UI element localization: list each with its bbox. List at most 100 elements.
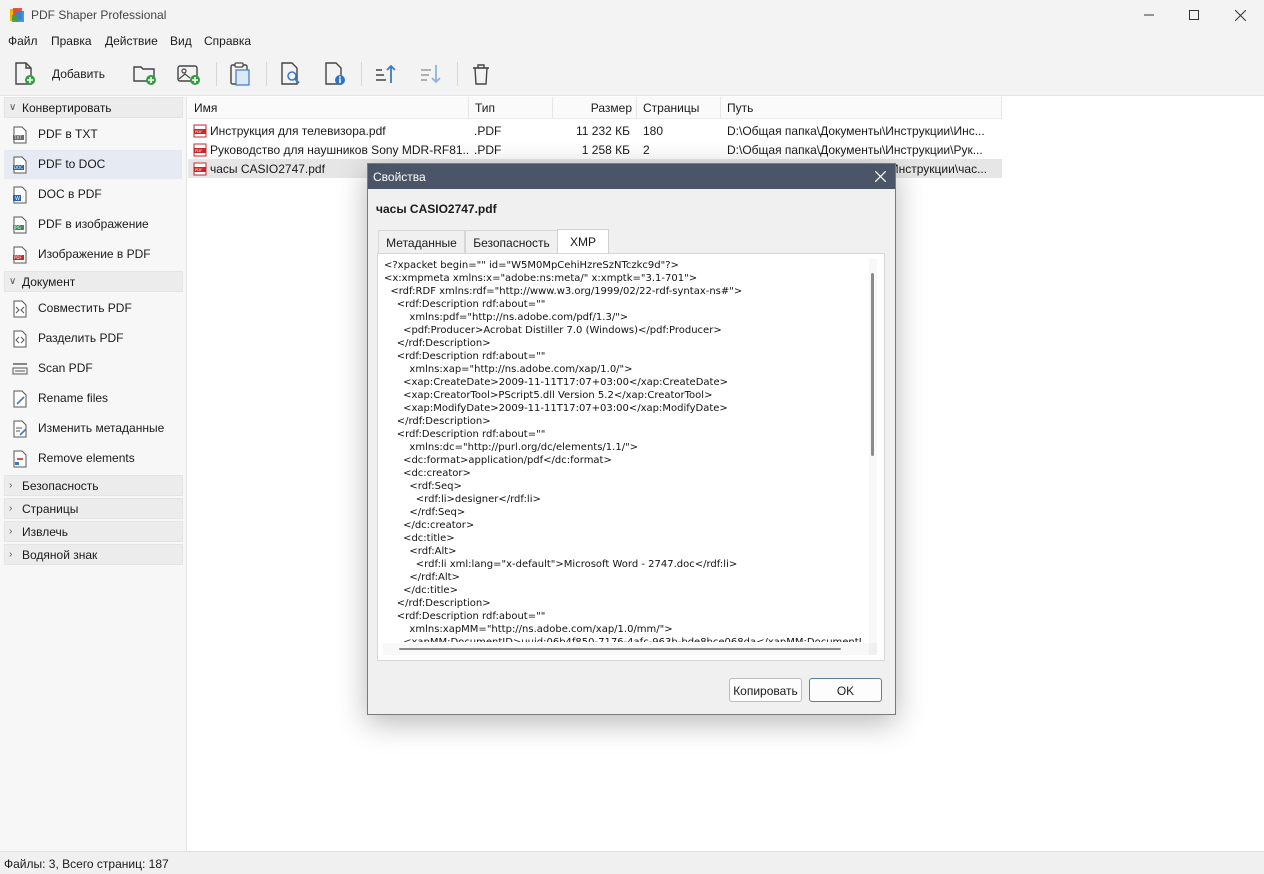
pdf-file-icon: PDF bbox=[193, 162, 207, 176]
column-header-type[interactable]: Тип bbox=[469, 97, 553, 119]
delete-button[interactable] bbox=[468, 60, 494, 88]
sidebar-item-rename-files[interactable]: Rename files bbox=[4, 384, 182, 413]
xmp-line: <x:xmpmeta xmlns:x="adobe:ns:meta/" x:xm… bbox=[384, 273, 698, 284]
group-convert[interactable]: ∨ Конвертировать bbox=[4, 97, 183, 118]
menu-edit[interactable]: Правка bbox=[51, 34, 92, 48]
split-icon bbox=[13, 330, 27, 348]
paste-button[interactable] bbox=[227, 60, 253, 88]
svg-text:PDF: PDF bbox=[195, 167, 202, 172]
menu-view[interactable]: Вид bbox=[170, 34, 192, 48]
add-button[interactable]: Добавить bbox=[12, 60, 105, 88]
chevron-right-icon: › bbox=[9, 526, 13, 537]
scrollbar-thumb[interactable] bbox=[399, 648, 841, 650]
svg-text:JPG: JPG bbox=[13, 225, 21, 230]
group-security[interactable]: › Безопасность bbox=[4, 475, 183, 496]
xmp-line: <pdf:Producer>Acrobat Distiller 7.0 (Win… bbox=[384, 325, 722, 336]
xmp-line: <rdf:RDF xmlns:rdf="http://www.w3.org/19… bbox=[384, 286, 743, 297]
sidebar-item-scan-pdf[interactable]: Scan PDF bbox=[4, 354, 182, 383]
xmp-line: xmlns:pdf="http://ns.adobe.com/pdf/1.3/"… bbox=[384, 312, 629, 323]
sidebar-item-remove-elements[interactable]: Remove elements bbox=[4, 444, 182, 473]
svg-text:PDF: PDF bbox=[195, 129, 202, 134]
svg-text:W: W bbox=[15, 196, 20, 202]
toolbar-separator bbox=[266, 62, 267, 86]
svg-text:DOC: DOC bbox=[14, 165, 23, 170]
group-extract[interactable]: › Извлечь bbox=[4, 521, 183, 542]
xmp-line: </dc:creator> bbox=[384, 520, 475, 531]
column-header-path[interactable]: Путь bbox=[721, 97, 1002, 119]
vertical-scrollbar[interactable] bbox=[869, 259, 877, 643]
horizontal-scrollbar[interactable] bbox=[383, 643, 869, 655]
toolbar-separator bbox=[457, 62, 458, 86]
group-document[interactable]: ∨ Документ bbox=[4, 271, 183, 292]
xmp-line: </rdf:Description> bbox=[384, 598, 491, 609]
group-watermark[interactable]: › Водяной знак bbox=[4, 544, 183, 565]
close-icon bbox=[1234, 9, 1246, 21]
sort-down-icon bbox=[421, 65, 441, 84]
table-row[interactable]: PDF Инструкция для телевизора.pdf .PDF 1… bbox=[188, 121, 1002, 140]
tab-metadata[interactable]: Метаданные bbox=[378, 230, 465, 254]
add-image-button[interactable] bbox=[176, 60, 202, 88]
scanner-icon bbox=[12, 363, 28, 375]
toolbar-separator bbox=[361, 62, 362, 86]
add-folder-button[interactable] bbox=[132, 60, 158, 88]
xmp-line: <rdf:Description rdf:about="" bbox=[384, 299, 546, 310]
table-row[interactable]: PDF Руководство для наушников Sony MDR-R… bbox=[188, 140, 1002, 159]
xmp-line: <dc:format>application/pdf</dc:format> bbox=[384, 455, 612, 466]
xmp-text-area[interactable]: <?xpacket begin="" id="W5M0MpCehiHzreSzN… bbox=[383, 259, 877, 655]
close-icon bbox=[874, 170, 886, 183]
sidebar-item-edit-metadata[interactable]: Изменить метаданные bbox=[4, 414, 182, 443]
sidebar-item-pdf-to-doc[interactable]: DOC PDF to DOC bbox=[4, 150, 182, 179]
column-header-size[interactable]: Размер bbox=[553, 97, 637, 119]
maximize-button[interactable] bbox=[1171, 0, 1217, 30]
search-document-icon bbox=[281, 62, 300, 85]
group-pages[interactable]: › Страницы bbox=[4, 498, 183, 519]
column-header-name[interactable]: Имя bbox=[188, 97, 469, 119]
window-title: PDF Shaper Professional bbox=[31, 8, 167, 22]
cell-type: .PDF bbox=[474, 143, 502, 157]
move-down-button[interactable] bbox=[418, 60, 444, 88]
sidebar-item-image-to-pdf[interactable]: PDF Изображение в PDF bbox=[4, 240, 182, 269]
copy-button[interactable]: Копировать bbox=[729, 678, 802, 702]
preview-button[interactable] bbox=[278, 60, 304, 88]
metadata-edit-icon bbox=[13, 420, 27, 438]
dialog-filename: часы CASIO2747.pdf bbox=[376, 202, 497, 216]
menu-file[interactable]: Файл bbox=[8, 34, 38, 48]
sidebar-item-split-pdf[interactable]: Разделить PDF bbox=[4, 324, 182, 353]
xmp-line: </dc:title> bbox=[384, 585, 458, 596]
tab-xmp[interactable]: XMP bbox=[557, 229, 609, 254]
minimize-button[interactable] bbox=[1126, 0, 1172, 30]
xmp-line: xmlns:xap="http://ns.adobe.com/xap/1.0/"… bbox=[384, 364, 633, 375]
sidebar-item-pdf-to-image[interactable]: JPG PDF в изображение bbox=[4, 210, 182, 239]
properties-button[interactable] bbox=[322, 60, 348, 88]
menu-action[interactable]: Действие bbox=[105, 34, 158, 48]
word-file-icon: W bbox=[13, 186, 27, 204]
menu-bar: Файл Правка Действие Вид Справка bbox=[0, 30, 1264, 52]
chevron-right-icon: › bbox=[9, 503, 13, 514]
cell-pages: 2 bbox=[643, 143, 650, 157]
sidebar-item-merge-pdf[interactable]: Совместить PDF bbox=[4, 294, 182, 323]
svg-text:TXT: TXT bbox=[13, 135, 22, 140]
dialog-close-button[interactable] bbox=[868, 166, 892, 187]
xmp-line: <xapMM:DocumentID>uuid:06b4f850-7176-4af… bbox=[384, 636, 862, 642]
scrollbar-thumb[interactable] bbox=[871, 273, 874, 456]
info-document-icon bbox=[325, 62, 345, 85]
add-file-icon bbox=[15, 62, 35, 85]
rename-icon bbox=[13, 390, 27, 408]
sidebar-item-doc-to-pdf[interactable]: W DOC в PDF bbox=[4, 180, 182, 209]
cell-name: Руководство для наушников Sony MDR-RF81.… bbox=[210, 143, 468, 157]
column-header-pages[interactable]: Страницы bbox=[637, 97, 721, 119]
cell-type: .PDF bbox=[474, 124, 502, 138]
ok-button[interactable]: OK bbox=[809, 678, 882, 702]
minimize-icon bbox=[1144, 14, 1154, 16]
sidebar-item-pdf-to-txt[interactable]: TXT PDF в TXT bbox=[4, 120, 182, 149]
xmp-line: xmlns:dc="http://purl.org/dc/elements/1.… bbox=[384, 442, 639, 453]
move-up-button[interactable] bbox=[373, 60, 399, 88]
xmp-line: <rdf:Description rdf:about="" bbox=[384, 429, 546, 440]
add-folder-icon bbox=[133, 66, 156, 85]
pdf-file-icon: PDF bbox=[193, 143, 207, 157]
svg-text:PDF: PDF bbox=[195, 148, 202, 153]
tab-security[interactable]: Безопасность bbox=[465, 230, 558, 254]
jpg-file-icon: JPG bbox=[13, 216, 27, 234]
close-window-button[interactable] bbox=[1217, 0, 1263, 30]
menu-help[interactable]: Справка bbox=[204, 34, 251, 48]
